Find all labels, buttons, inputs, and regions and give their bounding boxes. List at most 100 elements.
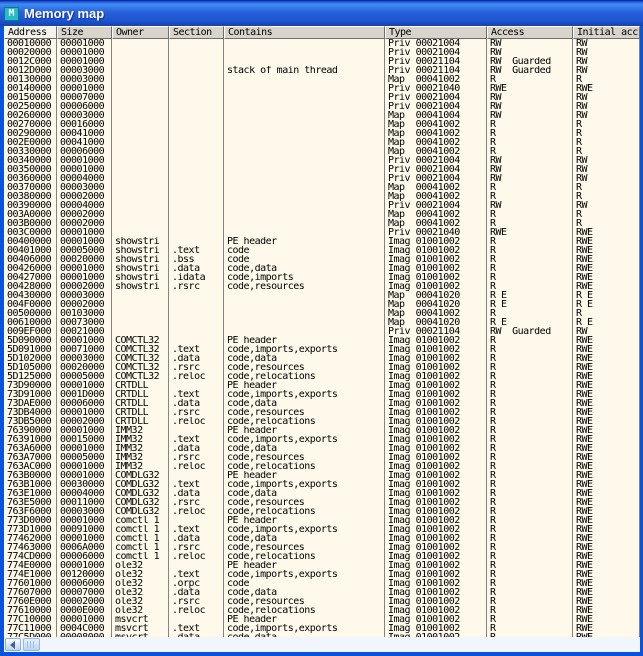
table-row[interactable]: 73DAE00000006000CRTDLL.datacode,dataImag… — [4, 399, 640, 408]
table-row[interactable]: 002E000000041000Map 00041002RR — [4, 138, 640, 147]
table-row[interactable]: 0042700000001000showstri.idatacode,impor… — [4, 273, 640, 282]
cell-section: .data — [169, 489, 224, 498]
table-row[interactable]: 7760700000007000ole32.datacode,dataImag … — [4, 588, 640, 597]
memory-map-window-icon[interactable]: M — [4, 7, 19, 21]
table-row[interactable]: 0034000000001000Priv 00021004RWRW — [4, 156, 640, 165]
column-header-section[interactable]: Section — [169, 26, 224, 39]
cell-size: 00004000 — [57, 201, 112, 210]
table-row[interactable]: 763E100000004000COMDLG32.datacode,dataIm… — [4, 489, 640, 498]
table-row[interactable]: 0025000000006000Priv 00021004RWRW — [4, 102, 640, 111]
table-row[interactable]: 0012C00000001000Priv 00021104RW GuardedR… — [4, 57, 640, 66]
table-row[interactable]: 774CD00000006000comctl_1.reloccode,reloc… — [4, 552, 640, 561]
table-row[interactable]: 0042800000002000showstri.rsrccode,resour… — [4, 282, 640, 291]
table-row[interactable]: 0029000000041000Map 00041002RR — [4, 129, 640, 138]
table-row[interactable]: 0039000000004000Priv 00021004RWRW — [4, 201, 640, 210]
cell-type: Imag 01001002 — [385, 507, 487, 516]
table-row[interactable]: 003A000000002000Map 00041002RR — [4, 210, 640, 219]
table-row[interactable]: 763A600000001000IMM32.datacode,dataImag … — [4, 444, 640, 453]
table-row[interactable]: 0002000000001000Priv 00021004RWRW — [4, 48, 640, 57]
hscrollbar[interactable] — [4, 637, 640, 652]
table-row[interactable]: 0015000000007000Priv 00021004RWRW — [4, 93, 640, 102]
table-row[interactable]: 7760E00000002000ole32.rsrccode,resources… — [4, 597, 640, 606]
cell-section: .rsrc — [169, 408, 224, 417]
cell-type: Map 00041002 — [385, 129, 487, 138]
table-row[interactable]: 7639000000001000IMM32PE headerImag 01001… — [4, 426, 640, 435]
cell-size: 00003000 — [57, 66, 112, 75]
cell-owner: ole32 — [112, 570, 169, 579]
column-header-type[interactable]: Type — [385, 26, 487, 39]
column-header-access[interactable]: Access — [487, 26, 573, 39]
table-row[interactable]: 773D100000091000comctl_1.textcode,import… — [4, 525, 640, 534]
table-row[interactable]: 0040600000020000showstri.bsscodeImag 010… — [4, 255, 640, 264]
column-header-size[interactable]: Size — [57, 26, 112, 39]
table-row[interactable]: 0040100000005000showstri.textcodeImag 01… — [4, 246, 640, 255]
table-row[interactable]: 0043000000003000Map 00041020R ER E — [4, 291, 640, 300]
table-row[interactable]: 0042600000001000showstri.datacode,dataIm… — [4, 264, 640, 273]
table-row[interactable]: 0033000000006000Map 00041002RR — [4, 147, 640, 156]
table-row[interactable]: 0001000000001000Priv 00021004RWRW — [4, 39, 640, 48]
table-row[interactable]: 776100000000E000ole32.reloccode,relocati… — [4, 606, 640, 615]
table-row[interactable]: 73D9000000001000CRTDLLPE headerImag 0100… — [4, 381, 640, 390]
column-header-owner[interactable]: Owner — [112, 26, 169, 39]
table-row[interactable]: 0026000000003000Map 00041004RWRW — [4, 111, 640, 120]
cell-owner: COMCTL32 — [112, 354, 169, 363]
table-row[interactable]: 763E500000011000COMDLG32.rsrccode,resour… — [4, 498, 640, 507]
cell-owner: IMM32 — [112, 426, 169, 435]
table-row[interactable]: 763F600000003000COMDLG32.reloccode,reloc… — [4, 507, 640, 516]
table-row[interactable]: 5D12500000005000COMCTL32.reloccode,reloc… — [4, 372, 640, 381]
cell-access: R — [487, 363, 573, 372]
table-row[interactable]: 5D09000000001000COMCTL32PE headerImag 01… — [4, 336, 640, 345]
table-row[interactable]: 009EF00000021000Priv 00021104RW GuardedR… — [4, 327, 640, 336]
table-row[interactable]: 7639100000015000IMM32.textcode,imports,e… — [4, 435, 640, 444]
table-row[interactable]: 7746200000001000comctl_1.datacode,dataIm… — [4, 534, 640, 543]
table-row[interactable]: 763A700000005000IMM32.rsrccode,resources… — [4, 453, 640, 462]
table-row[interactable]: 7760100000006000ole32.orpccodeImag 01001… — [4, 579, 640, 588]
table-row[interactable]: 73D910000001D000CRTDLL.textcode,imports,… — [4, 390, 640, 399]
column-header-address[interactable]: Address — [4, 26, 57, 39]
scroll-left-button[interactable] — [5, 638, 21, 651]
column-header-initial_access[interactable]: Initial acc — [573, 26, 640, 39]
table-row[interactable]: 0038000000002000Map 00041002RR — [4, 192, 640, 201]
table-row[interactable]: 73DB400000001000CRTDLL.rsrccode,resource… — [4, 408, 640, 417]
table-row[interactable]: 773D000000001000comctl_1PE headerImag 01… — [4, 516, 640, 525]
table-row[interactable]: 0040000000001000showstriPE headerImag 01… — [4, 237, 640, 246]
table-row[interactable]: 0027000000016000Map 00041002RR — [4, 120, 640, 129]
cell-access: RWE — [487, 228, 573, 237]
table-row[interactable]: 5D10200000003000COMCTL32.datacode,dataIm… — [4, 354, 640, 363]
table-row[interactable]: 77C1000000001000msvcrtPE headerImag 0100… — [4, 615, 640, 624]
table-row[interactable]: 003C000000001000Priv 00021040RWERWE — [4, 228, 640, 237]
table-row[interactable]: 763AC00000001000IMM32.reloccode,relocati… — [4, 462, 640, 471]
cell-contains: code,relocations — [224, 462, 385, 471]
table-row[interactable]: 0013000000003000Map 00041002RR — [4, 75, 640, 84]
hscrollbar-thumb[interactable] — [23, 638, 40, 651]
table-row[interactable]: 774E100000120000ole32.textcode,imports,e… — [4, 570, 640, 579]
column-header-contains[interactable]: Contains — [224, 26, 385, 39]
table-row[interactable]: 0061000000073000Map 00041020R ER E — [4, 318, 640, 327]
table-row[interactable]: 5D09100000071000COMCTL32.textcode,import… — [4, 345, 640, 354]
table-row[interactable]: 003B000000002000Map 00041002RR — [4, 219, 640, 228]
cell-contains — [224, 120, 385, 129]
table-row[interactable]: 0012D00000003000stack of main threadPriv… — [4, 66, 640, 75]
table-row[interactable]: 763B000000001000COMDLG32PE headerImag 01… — [4, 471, 640, 480]
table-row[interactable]: 5D10500000020000COMCTL32.rsrccode,resour… — [4, 363, 640, 372]
table-row[interactable]: 77C110000004C000msvcrt.textcode,imports,… — [4, 624, 640, 633]
cell-access: R — [487, 435, 573, 444]
left-arrow-icon — [10, 641, 15, 649]
table-row[interactable]: 004F000000002000Map 00041020R ER E — [4, 300, 640, 309]
cell-address: 77610000 — [4, 606, 57, 615]
cell-owner: ole32 — [112, 597, 169, 606]
cell-initial_access: R — [573, 219, 640, 228]
cell-owner: comctl_1 — [112, 516, 169, 525]
table-row[interactable]: 0037000000003000Map 00041002RR — [4, 183, 640, 192]
table-row[interactable]: 0050000000103000Map 00041002RR — [4, 309, 640, 318]
table-row[interactable]: 73DB500000002000CRTDLL.reloccode,relocat… — [4, 417, 640, 426]
table-row[interactable]: 774630000006A000comctl_1.rsrccode,resour… — [4, 543, 640, 552]
table-row[interactable]: 0036000000004000Priv 00021004RWRW — [4, 174, 640, 183]
cell-type: Priv 00021004 — [385, 201, 487, 210]
table-row[interactable]: 763B100000030000COMDLG32.textcode,import… — [4, 480, 640, 489]
table-row[interactable]: 774E000000001000ole32PE headerImag 01001… — [4, 561, 640, 570]
cell-type: Map 00041020 — [385, 300, 487, 309]
table-header: AddressSizeOwnerSectionContainsTypeAcces… — [4, 26, 640, 39]
table-row[interactable]: 0035000000001000Priv 00021004RWRW — [4, 165, 640, 174]
table-row[interactable]: 0014000000001000Priv 00021040RWERWE — [4, 84, 640, 93]
